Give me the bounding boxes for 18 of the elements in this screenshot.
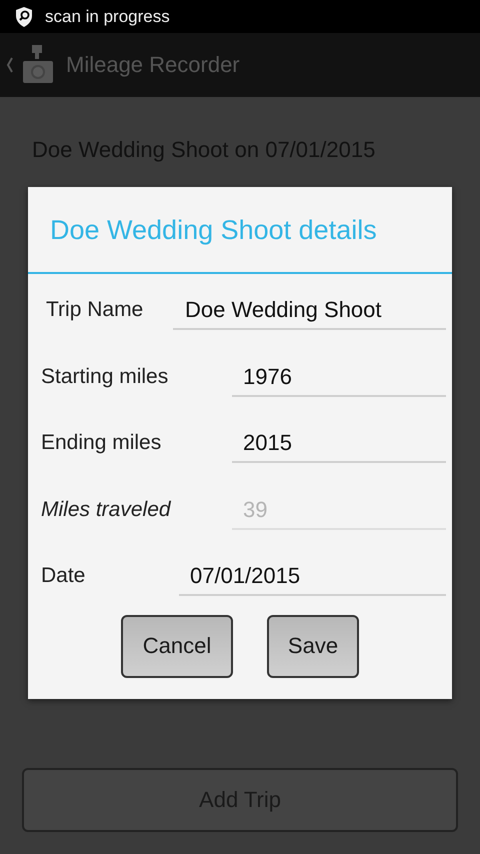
input-field[interactable]: 1976 — [232, 354, 446, 396]
notification-text: scan in progress — [45, 6, 170, 26]
shield-search-icon — [14, 6, 34, 28]
dialog-title: Doe Wedding Shoot details — [28, 187, 452, 274]
input-field[interactable]: Doe Wedding Shoot — [173, 288, 446, 330]
input-field[interactable]: 2015 — [232, 421, 446, 463]
dialog-button[interactable]: Save — [267, 614, 359, 678]
camera-icon[interactable] — [22, 45, 54, 85]
field-label: Trip Name — [45, 297, 144, 322]
field-label: Date — [40, 563, 86, 588]
field-label: Miles traveled — [40, 496, 172, 522]
dialog-button[interactable]: Cancel — [121, 614, 233, 678]
app-title: Mileage Recorder — [66, 52, 240, 78]
input-field: 39 — [232, 488, 446, 530]
field-label: Ending miles — [40, 430, 162, 455]
back-caret-icon[interactable] — [6, 55, 14, 75]
input-field[interactable]: 07/01/2015 — [179, 554, 446, 596]
field-label: Starting miles — [40, 364, 170, 388]
